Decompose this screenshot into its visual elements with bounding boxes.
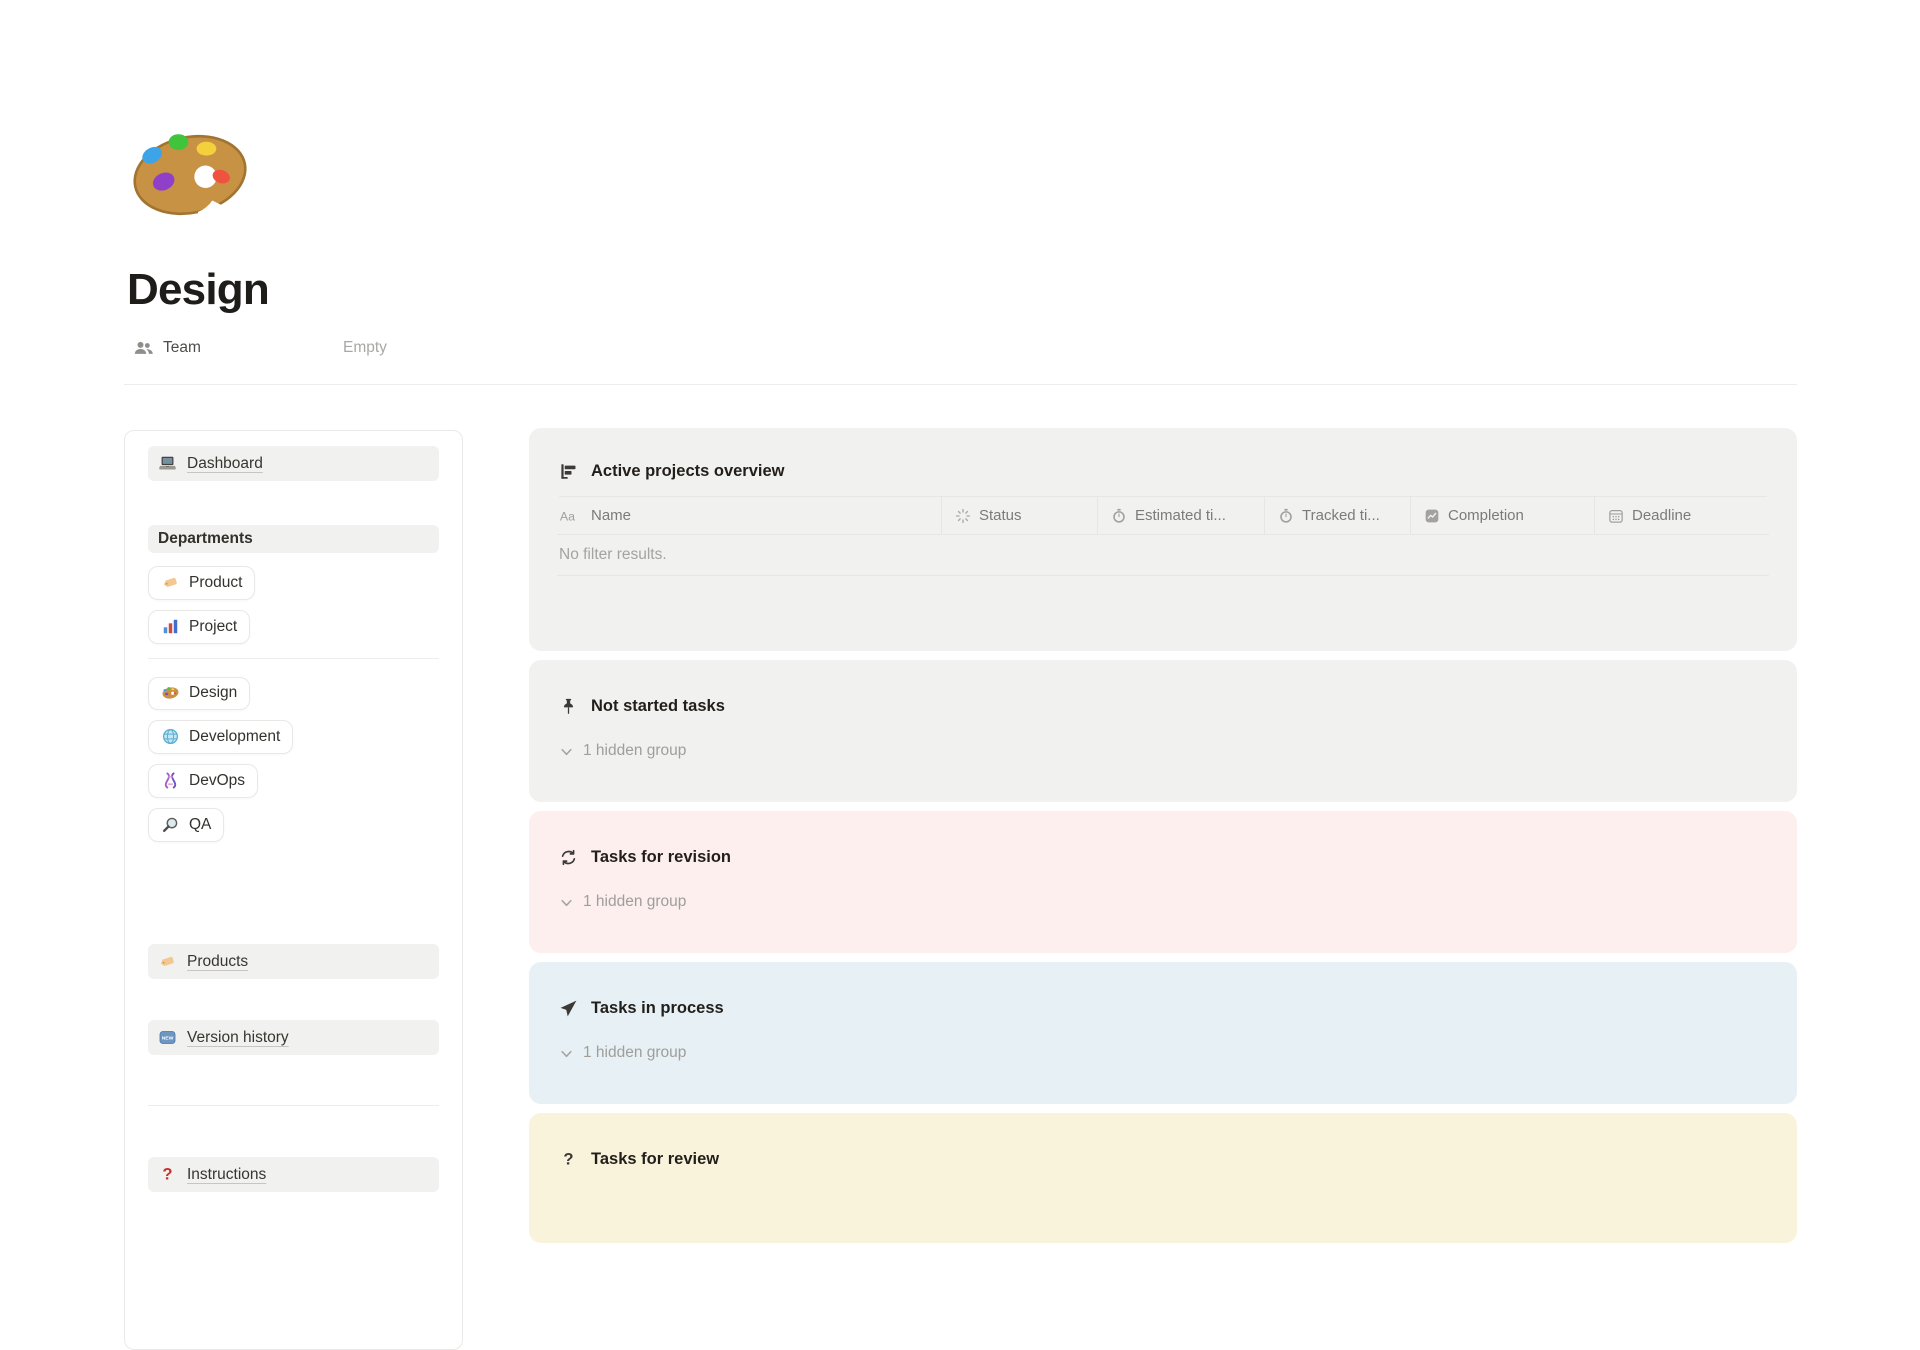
svg-text:NEW: NEW bbox=[162, 1036, 174, 1042]
team-property-value[interactable]: Empty bbox=[343, 339, 387, 357]
column-header-label: Estimated ti... bbox=[1135, 507, 1226, 524]
hidden-group-toggle[interactable]: 1 hidden group bbox=[529, 867, 1797, 911]
task-section-title[interactable]: ? Tasks for review bbox=[529, 1113, 1797, 1169]
column-header-label: Tracked ti... bbox=[1302, 507, 1380, 524]
dna-icon bbox=[161, 771, 180, 790]
timer-icon bbox=[1278, 508, 1294, 524]
hidden-group-label: 1 hidden group bbox=[583, 742, 687, 759]
question-red-icon: ? bbox=[158, 1165, 177, 1184]
sidebar-item-label: Version history bbox=[187, 1028, 289, 1046]
sidebar-item-label: Product bbox=[189, 573, 243, 591]
timer-icon bbox=[1111, 508, 1127, 524]
task-section-revision: Tasks for revision 1 hidden group bbox=[529, 811, 1797, 953]
refresh-icon bbox=[559, 848, 578, 867]
sidebar-item-instructions[interactable]: ? Instructions bbox=[148, 1157, 439, 1192]
bar-chart-icon bbox=[161, 617, 180, 636]
card-active-projects: Active projects overview Aa Name Status Est… bbox=[529, 428, 1797, 651]
task-section-title-label: Not started tasks bbox=[591, 697, 725, 715]
sidebar: Dashboard Departments Product Project Design… bbox=[124, 430, 463, 1350]
pin-icon bbox=[559, 697, 578, 716]
sidebar-heading-departments: Departments bbox=[148, 525, 439, 553]
svg-text:Aa: Aa bbox=[560, 509, 575, 523]
task-section-title[interactable]: Tasks in process bbox=[529, 962, 1797, 1018]
calendar-icon bbox=[1608, 508, 1624, 524]
task-section-title-label: Tasks for revision bbox=[591, 848, 732, 866]
magnifier-icon bbox=[161, 815, 180, 834]
aa-icon: Aa bbox=[559, 508, 583, 524]
sidebar-divider-1 bbox=[148, 658, 439, 659]
sidebar-divider-2 bbox=[148, 1105, 439, 1106]
column-header-tracked-ti[interactable]: Tracked ti... bbox=[1264, 497, 1410, 534]
tag-icon bbox=[158, 952, 177, 971]
question-dark-icon: ? bbox=[559, 1150, 578, 1169]
sidebar-item-products[interactable]: Products bbox=[148, 944, 439, 979]
globe-icon bbox=[161, 727, 180, 746]
svg-text:?: ? bbox=[563, 1150, 573, 1169]
palette-emoji-icon bbox=[124, 124, 256, 226]
palette-small-icon bbox=[161, 685, 180, 701]
task-section-in-process: Tasks in process 1 hidden group bbox=[529, 962, 1797, 1104]
task-section-not-started: Not started tasks 1 hidden group bbox=[529, 660, 1797, 802]
team-property-label: Team bbox=[163, 339, 201, 356]
tag-icon bbox=[161, 573, 180, 592]
column-header-status[interactable]: Status bbox=[941, 497, 1097, 534]
column-header-completion[interactable]: Completion bbox=[1410, 497, 1594, 534]
sidebar-item-label: Dashboard bbox=[187, 454, 263, 472]
people-icon bbox=[133, 338, 153, 358]
sidebar-item-label: QA bbox=[189, 815, 212, 833]
sidebar-item-project[interactable]: Project bbox=[148, 610, 251, 644]
column-header-estimated-ti[interactable]: Estimated ti... bbox=[1097, 497, 1264, 534]
team-property-row: Team Empty bbox=[133, 332, 387, 364]
column-header-deadline[interactable]: Deadline bbox=[1594, 497, 1769, 534]
properties-divider bbox=[124, 384, 1797, 385]
team-property-name[interactable]: Team bbox=[133, 338, 201, 358]
sidebar-item-product[interactable]: Product bbox=[148, 566, 256, 600]
sidebar-item-development[interactable]: Development bbox=[148, 720, 294, 754]
sidebar-item-qa[interactable]: QA bbox=[148, 808, 225, 842]
sidebar-item-label: DevOps bbox=[189, 771, 245, 789]
svg-text:?: ? bbox=[162, 1165, 172, 1184]
chevron-down-icon bbox=[559, 744, 574, 759]
chevron-down-icon bbox=[559, 895, 574, 910]
chevron-down-icon bbox=[559, 1046, 574, 1061]
projects-card-title[interactable]: Active projects overview bbox=[529, 428, 1797, 496]
sidebar-items: Dashboard Departments Product Project Design… bbox=[148, 446, 439, 1192]
task-section-title[interactable]: Not started tasks bbox=[529, 660, 1797, 716]
column-header-label: Name bbox=[591, 507, 632, 524]
sidebar-item-label: Design bbox=[189, 684, 238, 701]
bar-chart-horizontal-icon bbox=[559, 462, 578, 481]
task-section-title-label: Tasks in process bbox=[591, 999, 724, 1017]
empty-state-text: No filter results. bbox=[557, 535, 1769, 576]
hidden-group-toggle[interactable]: 1 hidden group bbox=[529, 716, 1797, 760]
page-icon[interactable] bbox=[124, 124, 256, 226]
column-header-name[interactable]: Aa Name bbox=[557, 497, 941, 534]
sidebar-item-label: Products bbox=[187, 952, 249, 970]
task-section-title[interactable]: Tasks for revision bbox=[529, 811, 1797, 867]
table-header-row: Aa Name Status Estimated ti... Tracked ti...… bbox=[557, 497, 1769, 535]
column-header-label: Deadline bbox=[1632, 507, 1692, 524]
task-section-title-label: Tasks for review bbox=[591, 1150, 720, 1168]
sidebar-item-label: Development bbox=[189, 727, 281, 745]
hidden-group-label: 1 hidden group bbox=[583, 1044, 687, 1061]
task-sections: Not started tasks 1 hidden group Tasks for… bbox=[529, 660, 1797, 1243]
sidebar-item-label: Instructions bbox=[187, 1165, 267, 1183]
sidebar-item-devops[interactable]: DevOps bbox=[148, 764, 258, 798]
sidebar-item-version-history[interactable]: NEW Version history bbox=[148, 1020, 439, 1055]
status-spinner-icon bbox=[955, 508, 971, 524]
new-badge-icon: NEW bbox=[158, 1028, 177, 1047]
projects-card-title-label: Active projects overview bbox=[591, 462, 785, 480]
column-header-label: Completion bbox=[1448, 507, 1524, 524]
sidebar-item-dashboard[interactable]: Dashboard bbox=[148, 446, 439, 481]
laptop-icon bbox=[158, 454, 177, 473]
chart-icon bbox=[1424, 508, 1440, 524]
sidebar-item-design[interactable]: Design bbox=[148, 677, 251, 710]
task-section-review: ? Tasks for review bbox=[529, 1113, 1797, 1243]
main-column: Active projects overview Aa Name Status Est… bbox=[529, 428, 1797, 1243]
hidden-group-toggle[interactable]: 1 hidden group bbox=[529, 1018, 1797, 1062]
page-title[interactable]: Design bbox=[127, 265, 270, 315]
hidden-group-label: 1 hidden group bbox=[583, 893, 687, 910]
column-header-label: Status bbox=[979, 507, 1022, 524]
navigation-icon bbox=[559, 999, 578, 1018]
sidebar-item-label: Project bbox=[189, 617, 238, 635]
